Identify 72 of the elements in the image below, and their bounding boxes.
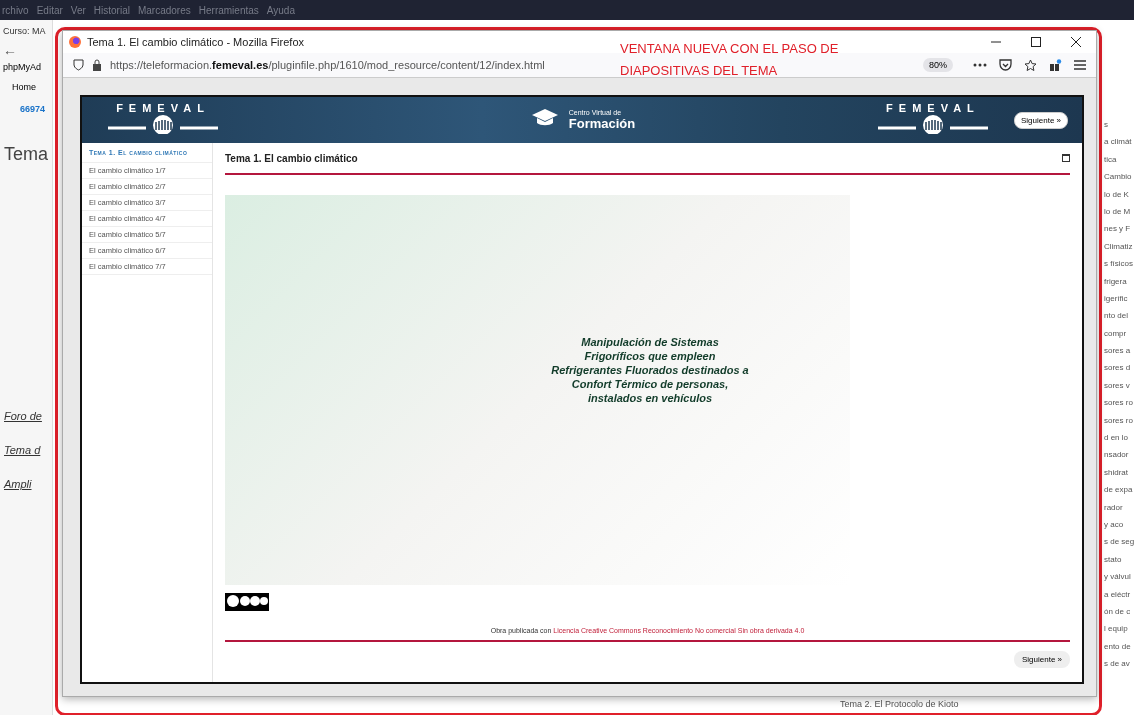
next-topic-link[interactable]: Tema 2. El Protocolo de Kioto: [840, 699, 959, 709]
list-link[interactable]: ón de c: [1104, 606, 1131, 625]
address-field[interactable]: https://teleformacion.femeval.es/pluginfile.php/1610/mod_resource/content/12/index.html: [110, 59, 545, 71]
annotation-text: VENTANA NUEVA CON EL PASO DE DIAPOSITIVAS DEL TEMA: [620, 40, 839, 80]
menu-item[interactable]: Marcadores: [137, 4, 191, 16]
list-link[interactable]: rador: [1104, 502, 1123, 520]
star-icon[interactable]: [1024, 58, 1037, 72]
femeval-logo: FEMEVAL: [108, 102, 218, 138]
list-link[interactable]: s de av: [1104, 659, 1130, 677]
pocket-icon[interactable]: [999, 59, 1012, 71]
back-button[interactable]: ←: [3, 42, 17, 60]
zoom-badge[interactable]: 80%: [923, 58, 953, 72]
list-link[interactable]: sores a: [1104, 346, 1131, 364]
list-link[interactable]: sores v: [1104, 380, 1130, 399]
lock-icon: [92, 59, 102, 71]
menu-item[interactable]: Ver: [70, 4, 86, 16]
menu-item[interactable]: rchivo: [2, 4, 29, 16]
list-link[interactable]: sores d: [1104, 363, 1131, 381]
menu-item[interactable]: Herramientas: [198, 4, 259, 16]
list-link[interactable]: y válvul: [1104, 572, 1131, 590]
list-link[interactable]: s: [1104, 120, 1108, 138]
list-link[interactable]: ento de: [1104, 641, 1131, 660]
more-icon[interactable]: [973, 63, 987, 67]
list-link[interactable]: a climát: [1104, 137, 1132, 155]
section-heading: Tema: [4, 144, 48, 165]
slide-caption: Manipulación de Sistemas Frigoríficos que empleen Refrigerantes Fluorados destinados a Confort Térmico de personas, instalados en vehículos: [550, 335, 750, 405]
cc-license-icon: [225, 593, 269, 611]
extensions-icon[interactable]: [1049, 58, 1062, 72]
list-link[interactable]: s físicos: [1104, 259, 1133, 277]
list-link[interactable]: Climatiz: [1104, 241, 1133, 260]
list-link[interactable]: s de seg: [1104, 537, 1134, 555]
shield-icon: [73, 59, 84, 71]
browser-tab[interactable]: Curso: MA: [3, 26, 46, 42]
list-link[interactable]: a eléctr: [1104, 589, 1131, 607]
list-link[interactable]: de expa: [1104, 485, 1133, 503]
menu-icon[interactable]: [1074, 60, 1086, 70]
list-link[interactable]: lo de K: [1104, 189, 1129, 207]
next-button[interactable]: Siguiente »: [1013, 651, 1070, 668]
list-link[interactable]: lo de M: [1104, 206, 1131, 225]
list-link[interactable]: stato: [1104, 554, 1122, 573]
list-link[interactable]: sores ro: [1104, 398, 1133, 416]
list-link[interactable]: y aco: [1104, 520, 1124, 538]
menu-item[interactable]: Editar: [36, 4, 63, 16]
next-button[interactable]: Siguiente »: [1013, 111, 1068, 129]
section-link[interactable]: Tema d: [4, 444, 41, 456]
phone-link[interactable]: 66974: [20, 104, 46, 118]
list-link[interactable]: d en lo: [1104, 433, 1129, 451]
list-link[interactable]: sores ro: [1104, 415, 1133, 434]
list-link[interactable]: nes y F: [1104, 224, 1131, 242]
section-link[interactable]: Foro de: [4, 410, 42, 422]
window-title: Tema 1. El cambio climático - Mozilla Firefox: [87, 36, 305, 48]
banner-title: Formación: [568, 116, 636, 131]
list-link[interactable]: shidrat: [1104, 467, 1128, 486]
list-link[interactable]: l equip: [1104, 624, 1128, 642]
list-link[interactable]: Cambio: [1104, 172, 1132, 190]
list-link[interactable]: frigera: [1104, 276, 1127, 294]
section-link[interactable]: Ampli: [4, 478, 32, 490]
menu-item[interactable]: Historial: [93, 4, 130, 16]
home-link[interactable]: Home: [12, 82, 36, 96]
list-link[interactable]: nto del: [1104, 311, 1129, 329]
bookmark-link[interactable]: phpMyAd: [3, 62, 42, 76]
list-link[interactable]: igerífic: [1104, 293, 1128, 312]
close-button[interactable]: [1071, 37, 1081, 47]
femeval-logo: FEMEVAL: [877, 102, 988, 138]
list-link[interactable]: tica: [1104, 154, 1117, 173]
list-link[interactable]: compr: [1104, 328, 1127, 347]
menu-item[interactable]: Ayuda: [266, 4, 295, 16]
list-link[interactable]: nsador: [1104, 450, 1129, 468]
browser-logo-icon: [69, 36, 81, 48]
maximize-button[interactable]: [1031, 37, 1041, 47]
page-title: Tema 1. El cambio climático: [225, 152, 358, 164]
window-icon: [1062, 154, 1070, 162]
